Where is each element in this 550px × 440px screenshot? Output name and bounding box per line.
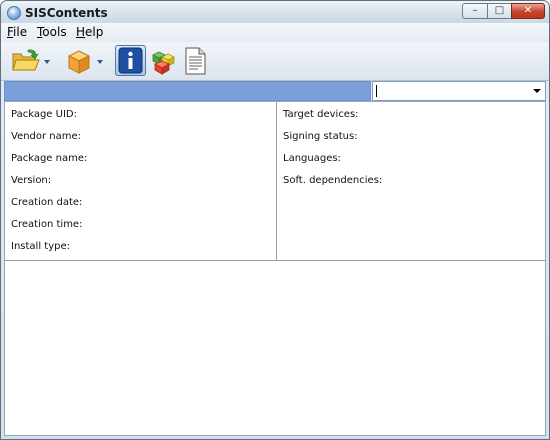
open-button[interactable] — [11, 48, 41, 77]
menu-tools[interactable]: Tools — [37, 25, 67, 39]
open-folder-icon — [12, 49, 40, 71]
target-devices-label: Target devices: — [283, 109, 359, 120]
chevron-down-icon[interactable] — [533, 89, 541, 93]
progress-bar — [4, 81, 371, 101]
window-title: SISContents — [25, 6, 108, 20]
document-icon — [185, 47, 206, 75]
menu-file[interactable]: File — [7, 25, 27, 39]
version-label: Version: — [11, 175, 52, 186]
vendor-name-label: Vendor name: — [11, 131, 82, 142]
toolbar — [1, 42, 549, 81]
contents-list-area[interactable] — [5, 261, 545, 435]
menu-help-label: elp — [85, 25, 104, 39]
creation-date-label: Creation date: — [11, 197, 83, 208]
package-uid-label: Package UID: — [11, 109, 77, 120]
package-info-right-column: Target devices: Signing status: Language… — [277, 102, 545, 260]
install-type-label: Install type: — [11, 241, 70, 252]
soft-dependencies-label: Soft. dependencies: — [283, 175, 383, 186]
menu-tools-label: ools — [42, 25, 67, 39]
menu-help[interactable]: Help — [76, 25, 103, 39]
package-icon — [67, 50, 91, 74]
package-name-label: Package name: — [11, 153, 88, 164]
package-info-left-column: Package UID: Vendor name: Package name: … — [5, 102, 277, 260]
minimize-button[interactable]: – — [462, 3, 488, 19]
languages-label: Languages: — [283, 153, 341, 164]
open-dropdown-arrow[interactable] — [44, 60, 50, 64]
app-icon[interactable] — [7, 6, 21, 20]
content-area: Package UID: Vendor name: Package name: … — [4, 101, 546, 436]
signing-status-label: Signing status: — [283, 131, 358, 142]
maximize-button[interactable]: □ — [487, 3, 512, 19]
menu-help-accelerator: H — [76, 25, 86, 39]
components-icon — [152, 51, 175, 75]
info-icon — [118, 47, 143, 74]
creation-time-label: Creation time: — [11, 219, 83, 230]
progress-row — [4, 81, 546, 101]
info-button[interactable] — [115, 45, 146, 76]
menu-file-label: ile — [13, 25, 28, 39]
document-button[interactable] — [183, 47, 207, 78]
package-info-panel: Package UID: Vendor name: Package name: … — [5, 102, 545, 261]
package-button[interactable] — [66, 49, 92, 78]
components-button[interactable] — [151, 49, 177, 78]
app-window: SISContents – □ ✕ File Tools Help Packag… — [0, 0, 550, 440]
title-bar[interactable]: SISContents – □ ✕ — [1, 1, 549, 25]
package-dropdown-arrow[interactable] — [97, 60, 103, 64]
menu-bar: File Tools Help — [1, 23, 549, 42]
text-caret — [376, 85, 377, 97]
close-button[interactable]: ✕ — [511, 3, 545, 19]
file-select-combobox[interactable] — [372, 81, 546, 101]
